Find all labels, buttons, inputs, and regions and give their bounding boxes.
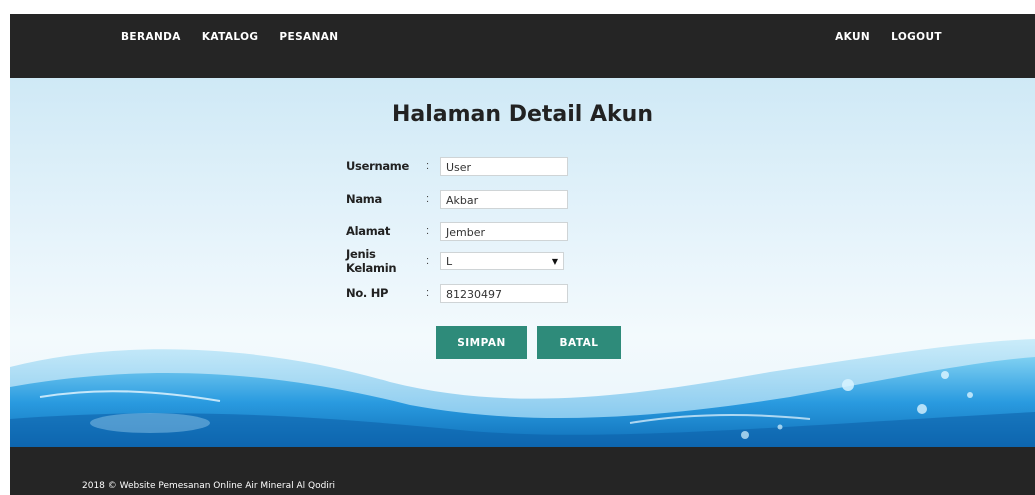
- alamat-label: Alamat: [346, 224, 391, 238]
- nav-right-group: AKUN LOGOUT: [814, 31, 942, 43]
- form-row-jenis-kelamin: Jenis Kelamin : L ▼: [346, 247, 564, 275]
- hero-section: Halaman Detail Akun Username : User Nama…: [10, 78, 1035, 447]
- form-row-alamat: Alamat : Jember: [346, 220, 568, 242]
- chevron-down-icon: ▼: [551, 256, 558, 266]
- form-row-username: Username : User: [346, 155, 568, 177]
- no-hp-colon: :: [426, 287, 430, 299]
- top-navbar: BERANDA KATALOG PESANAN AKUN LOGOUT: [10, 14, 1035, 78]
- no-hp-input[interactable]: 81230497: [440, 283, 568, 303]
- nav-link-katalog[interactable]: KATALOG: [202, 31, 259, 43]
- alamat-colon: :: [426, 225, 430, 237]
- footer-copyright: 2018 © Website Pemesanan Online Air Mine…: [82, 481, 336, 491]
- page-frame: BERANDA KATALOG PESANAN AKUN LOGOUT Hala…: [10, 14, 1035, 495]
- jenis-kelamin-colon: :: [426, 255, 430, 267]
- nav-link-beranda[interactable]: BERANDA: [121, 31, 181, 43]
- username-label: Username: [346, 159, 409, 173]
- save-button[interactable]: SIMPAN: [436, 326, 527, 359]
- username-input[interactable]: User: [440, 156, 568, 176]
- jenis-kelamin-label: Jenis Kelamin: [346, 247, 397, 275]
- nav-link-akun[interactable]: AKUN: [835, 31, 870, 43]
- nama-input[interactable]: Akbar: [440, 189, 568, 209]
- alamat-input[interactable]: Jember: [440, 221, 568, 241]
- nav-left-group: BERANDA KATALOG PESANAN: [121, 31, 359, 43]
- username-colon: :: [426, 160, 430, 172]
- jenis-kelamin-selected-value: L: [446, 254, 453, 268]
- nav-link-pesanan[interactable]: PESANAN: [279, 31, 338, 43]
- form-row-no-hp: No. HP : 81230497: [346, 282, 568, 304]
- form-row-nama: Nama : Akbar: [346, 188, 568, 210]
- cancel-button[interactable]: BATAL: [537, 326, 621, 359]
- nama-label: Nama: [346, 192, 382, 206]
- page-title: Halaman Detail Akun: [391, 102, 653, 127]
- nama-colon: :: [426, 193, 430, 205]
- footer: 2018 © Website Pemesanan Online Air Mine…: [10, 447, 1035, 495]
- nav-link-logout[interactable]: LOGOUT: [891, 31, 942, 43]
- jenis-kelamin-select[interactable]: L ▼: [440, 252, 564, 270]
- no-hp-label: No. HP: [346, 286, 389, 300]
